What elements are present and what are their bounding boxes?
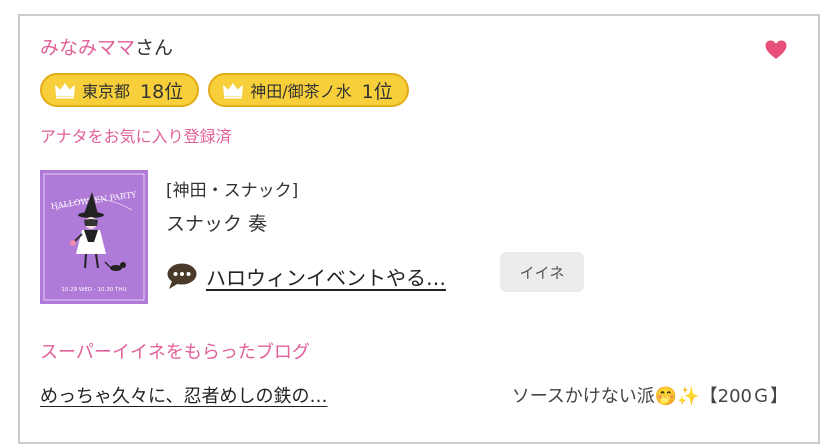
- badge-rank: 18位: [140, 80, 184, 103]
- favorite-status: アナタをお気に入り登録済: [40, 127, 232, 146]
- poster-dates: 10.29 WED - 10.30 THU: [61, 287, 126, 293]
- user-line: みなみママさん: [40, 36, 173, 60]
- user-card: みなみママさん 東京都 18位 神田/御茶ノ水 1位 アナタをお気に入り登録済: [18, 14, 820, 444]
- crown-icon: [223, 83, 244, 99]
- user-honorific: さん: [135, 37, 174, 59]
- shop-thumbnail[interactable]: HALLOWEEN PARTY 10.29 WED - 10.30 THU: [40, 170, 148, 304]
- heart-icon[interactable]: [764, 38, 788, 62]
- shop-name[interactable]: スナック 奏: [166, 209, 267, 236]
- blog-reward: 【200Ｇ】: [699, 386, 788, 407]
- ranking-badges: 東京都 18位 神田/御茶ノ水 1位: [40, 73, 409, 107]
- badge-rank: 1位: [361, 80, 393, 103]
- shop-category: [神田・スナック]: [166, 181, 299, 201]
- post-title-link[interactable]: ハロウィンイベントやる…: [206, 262, 446, 291]
- ranking-badge-tokyo[interactable]: 東京都 18位: [40, 73, 200, 107]
- iine-button[interactable]: イイネ: [500, 252, 584, 292]
- crown-icon: [55, 83, 75, 99]
- blog-comment-line: ソースかけない派🤭✨【200Ｇ】: [512, 382, 788, 408]
- blog-comment: ソースかけない派🤭✨: [511, 386, 700, 407]
- ranking-badge-kanda[interactable]: 神田/御茶ノ水 1位: [208, 73, 409, 107]
- chat-bubble-icon: [167, 263, 197, 289]
- halloween-poster-image: HALLOWEEN PARTY 10.29 WED - 10.30 THU: [40, 170, 148, 304]
- badge-area: 東京都: [82, 82, 131, 101]
- badge-area: 神田/御茶ノ水: [250, 82, 352, 101]
- super-iine-heading: スーパーイイネをもらったブログ: [40, 342, 310, 363]
- user-name-link[interactable]: みなみママ: [40, 37, 135, 59]
- blog-title-link[interactable]: めっちゃ久々に、忍者めしの鉄の…: [40, 382, 327, 408]
